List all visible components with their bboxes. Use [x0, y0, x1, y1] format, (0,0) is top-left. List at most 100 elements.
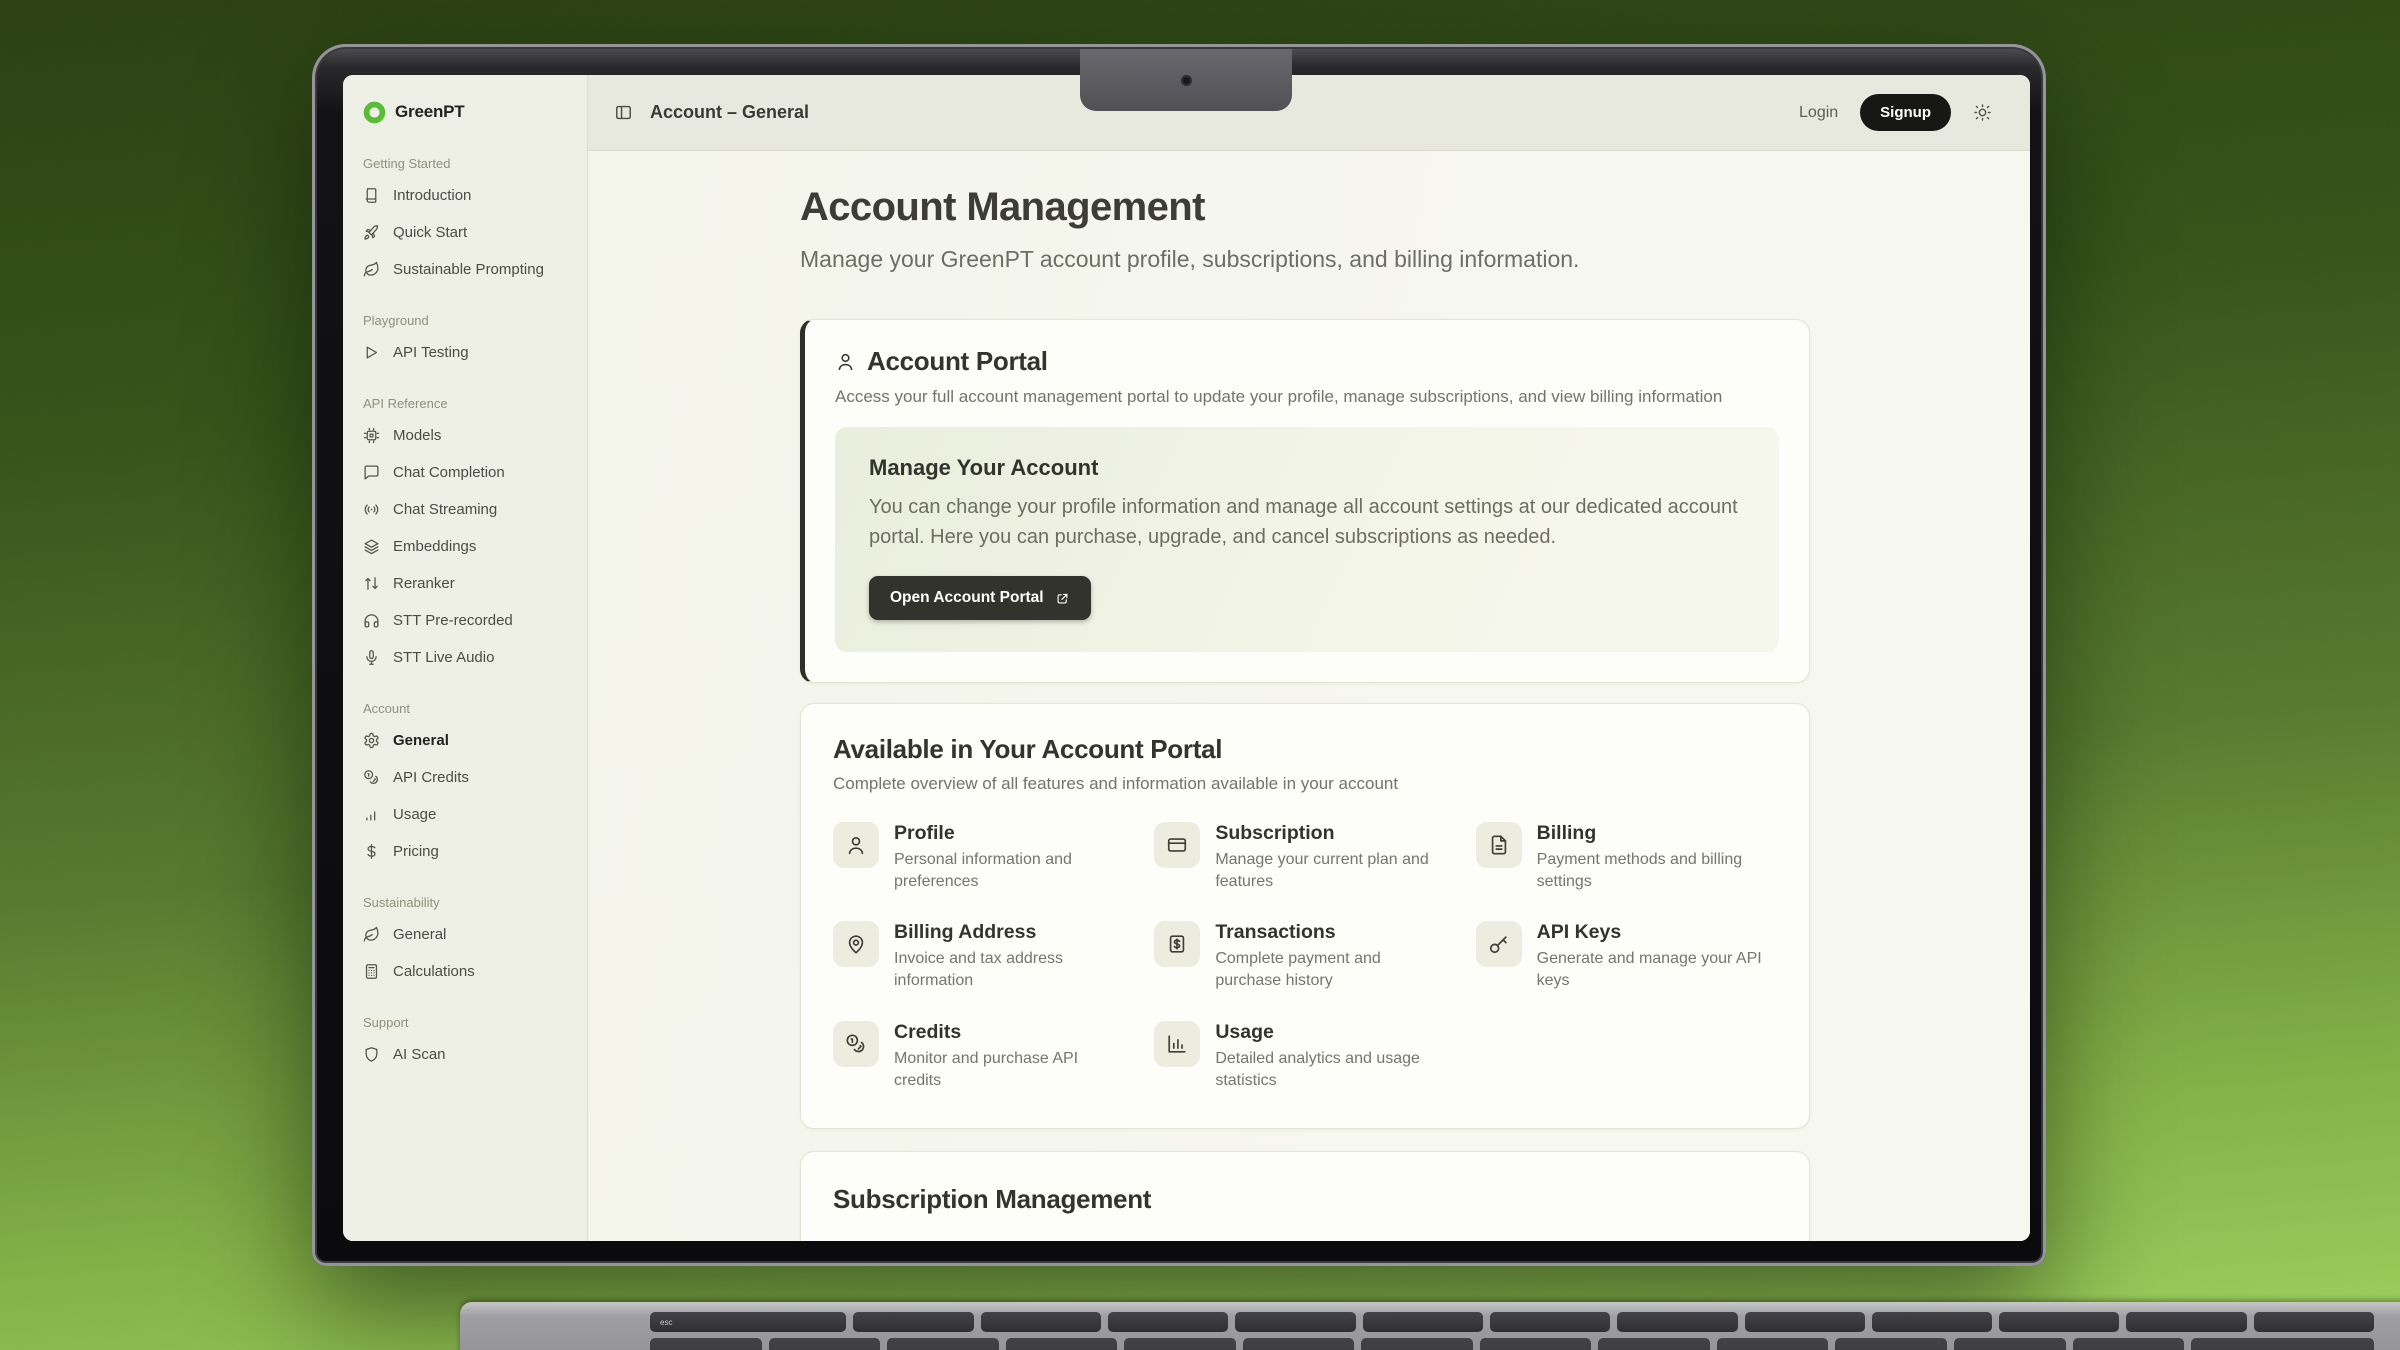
- sidebar-item-label: API Credits: [393, 769, 469, 786]
- keyboard-key: 8: [1598, 1338, 1710, 1350]
- sidebar-item-introduction[interactable]: Introduction: [343, 177, 587, 214]
- sidebar-item-calculations[interactable]: Calculations: [343, 953, 587, 990]
- feature-description: Payment methods and billing settings: [1537, 849, 1765, 893]
- keyboard-key: [2126, 1312, 2246, 1332]
- feature-description: Manage your current plan and features: [1215, 849, 1443, 893]
- receipt-icon: [1154, 921, 1200, 967]
- browser-viewport: GreenPT Getting Started Introduction Qui…: [343, 75, 2030, 1241]
- feature-profile: Profile Personal information and prefere…: [833, 822, 1134, 893]
- sidebar-section-header: Sustainability: [343, 895, 587, 916]
- sidebar-item-sustainable-prompting[interactable]: Sustainable Prompting: [343, 251, 587, 288]
- open-account-portal-label: Open Account Portal: [890, 589, 1044, 607]
- sidebar-item-label: General: [393, 926, 446, 943]
- sidebar-item-sustainability-general[interactable]: General: [343, 916, 587, 953]
- subscription-management-card: Subscription Management: [800, 1151, 1810, 1241]
- sidebar-item-label: AI Scan: [393, 1046, 446, 1063]
- gear-icon: [363, 732, 380, 749]
- topbar: Account – General Login Signup: [588, 75, 2030, 151]
- sidebar-item-chat-completion[interactable]: Chat Completion: [343, 454, 587, 491]
- keyboard-key: 3: [1006, 1338, 1118, 1350]
- sidebar-section-playground: Playground API Testing: [343, 313, 587, 371]
- sidebar: GreenPT Getting Started Introduction Qui…: [343, 75, 588, 1241]
- login-link[interactable]: Login: [1799, 104, 1838, 122]
- sidebar-item-label: Embeddings: [393, 538, 476, 555]
- shield-icon: [363, 1046, 380, 1063]
- user-icon: [833, 822, 879, 868]
- sidebar-item-quick-start[interactable]: Quick Start: [343, 214, 587, 251]
- sidebar-item-label: General: [393, 732, 449, 749]
- sidebar-item-stt-live-audio[interactable]: STT Live Audio: [343, 639, 587, 676]
- leaf-icon: [363, 926, 380, 943]
- layers-icon: [363, 538, 380, 555]
- sidebar-item-label: STT Pre-recorded: [393, 612, 513, 629]
- brand-name: GreenPT: [395, 102, 464, 122]
- keyboard-key: [1999, 1312, 2119, 1332]
- open-account-portal-button[interactable]: Open Account Portal: [869, 576, 1091, 620]
- sidebar-item-usage[interactable]: Usage: [343, 796, 587, 833]
- coins-icon: [833, 1021, 879, 1067]
- file-text-icon: [1476, 822, 1522, 868]
- keyboard-key: [1235, 1312, 1355, 1332]
- brand-logo[interactable]: GreenPT: [343, 93, 587, 131]
- sidebar-item-pricing[interactable]: Pricing: [343, 833, 587, 870]
- feature-description: Monitor and purchase API credits: [894, 1048, 1122, 1092]
- keyboard-key: [1745, 1312, 1865, 1332]
- sidebar-item-embeddings[interactable]: Embeddings: [343, 528, 587, 565]
- laptop-mockup: esc`1234567890-=deletetabqwertyuiop[]\ G…: [312, 44, 2046, 1266]
- keyboard-key: [1108, 1312, 1228, 1332]
- sidebar-item-models[interactable]: Models: [343, 417, 587, 454]
- headphones-icon: [363, 612, 380, 629]
- laptop-keyboard: esc`1234567890-=deletetabqwertyuiop[]\: [650, 1306, 2374, 1350]
- webcam-icon: [1181, 75, 1192, 86]
- sidebar-toggle-button[interactable]: [614, 103, 633, 122]
- sidebar-section-header: Getting Started: [343, 156, 587, 177]
- theme-toggle-button[interactable]: [1973, 103, 1992, 122]
- portal-card-title: Account Portal: [867, 346, 1048, 377]
- laptop-notch: [1080, 49, 1292, 111]
- sidebar-item-label: Chat Streaming: [393, 501, 497, 518]
- account-portal-card: Account Portal Access your full account …: [800, 319, 1810, 683]
- feature-title: API Keys: [1537, 921, 1765, 944]
- feature-description: Detailed analytics and usage statistics: [1215, 1048, 1443, 1092]
- feature-billing: Billing Payment methods and billing sett…: [1476, 822, 1777, 893]
- rocket-icon: [363, 224, 380, 241]
- sidebar-section-header: API Reference: [343, 396, 587, 417]
- sidebar-section-header: Support: [343, 1015, 587, 1036]
- feature-title: Usage: [1215, 1021, 1443, 1044]
- manage-account-body: You can change your profile information …: [869, 493, 1745, 552]
- sidebar-item-reranker[interactable]: Reranker: [343, 565, 587, 602]
- sidebar-item-label: Pricing: [393, 843, 439, 860]
- signup-button[interactable]: Signup: [1860, 94, 1951, 131]
- chart-column-icon: [1154, 1021, 1200, 1067]
- sidebar-item-label: Quick Start: [393, 224, 467, 241]
- coins-icon: [363, 769, 380, 786]
- sidebar-section-support: Support AI Scan: [343, 1015, 587, 1073]
- sidebar-item-label: Calculations: [393, 963, 475, 980]
- sidebar-item-chat-streaming[interactable]: Chat Streaming: [343, 491, 587, 528]
- sidebar-item-label: STT Live Audio: [393, 649, 494, 666]
- keyboard-key: `: [650, 1338, 762, 1350]
- sidebar-item-stt-pre-recorded[interactable]: STT Pre-recorded: [343, 602, 587, 639]
- sidebar-item-ai-scan[interactable]: AI Scan: [343, 1036, 587, 1073]
- feature-usage: Usage Detailed analytics and usage stati…: [1154, 1021, 1455, 1092]
- feature-title: Billing: [1537, 822, 1765, 845]
- sidebar-item-api-testing[interactable]: API Testing: [343, 334, 587, 371]
- keyboard-key: 7: [1480, 1338, 1592, 1350]
- scene-background: esc`1234567890-=deletetabqwertyuiop[]\ G…: [0, 0, 2400, 1350]
- sidebar-section-account: Account General API Credits Usage: [343, 701, 587, 870]
- leaf-icon: [363, 261, 380, 278]
- sidebar-item-account-general[interactable]: General: [343, 722, 587, 759]
- credit-card-icon: [1154, 822, 1200, 868]
- chip-icon: [363, 427, 380, 444]
- keyboard-key: 4: [1124, 1338, 1236, 1350]
- play-icon: [363, 344, 380, 361]
- feature-description: Invoice and tax address information: [894, 948, 1122, 992]
- page-title: Account Management: [800, 185, 1810, 230]
- sun-icon: [1973, 103, 1992, 122]
- panel-left-icon: [614, 103, 633, 122]
- sidebar-item-api-credits[interactable]: API Credits: [343, 759, 587, 796]
- portal-features-card: Available in Your Account Portal Complet…: [800, 703, 1810, 1128]
- chat-bubble-icon: [363, 464, 380, 481]
- microphone-icon: [363, 649, 380, 666]
- sidebar-item-label: Usage: [393, 806, 436, 823]
